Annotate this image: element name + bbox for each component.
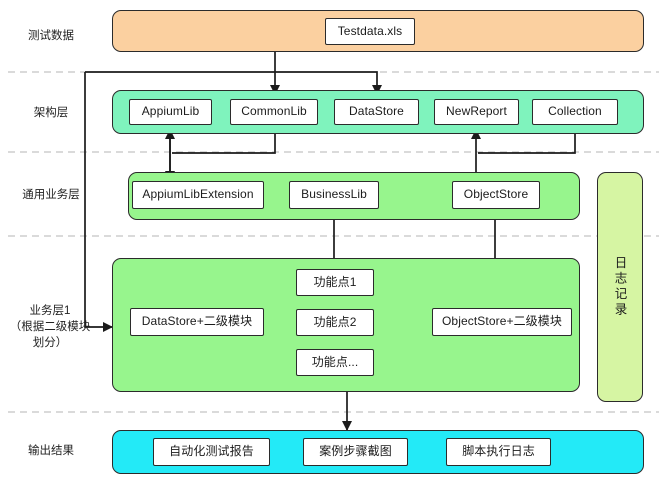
node-feature-point-more[interactable]: 功能点... [296,349,374,376]
node-objectstore-plus-submodule[interactable]: ObjectStore+二级模块 [432,308,572,336]
node-script-execution-log[interactable]: 脚本执行日志 [446,438,551,466]
node-collection[interactable]: Collection [532,99,618,125]
connectors-layer [8,52,659,432]
row-label-output: 输出结果 [28,445,74,457]
row-label-arch-layer: 架构层 [33,107,69,119]
node-feature-point-2[interactable]: 功能点2 [296,309,374,336]
architecture-diagram: 测试数据 架构层 通用业务层 业务层1 （根据二级模块 划分） 输出结果 日志记… [0,0,667,500]
node-automation-test-report[interactable]: 自动化测试报告 [153,438,270,466]
node-datastore[interactable]: DataStore [334,99,419,125]
log-band-label: 日志记录 [612,256,627,318]
row-label-common-biz: 通用业务层 [22,189,80,201]
node-appiumlibextension[interactable]: AppiumLibExtension [132,181,264,209]
node-businesslib[interactable]: BusinessLib [289,181,379,209]
node-case-step-screenshot[interactable]: 案例步骤截图 [303,438,408,466]
node-newreport[interactable]: NewReport [434,99,519,125]
row-label-test-data: 测试数据 [28,30,74,42]
node-commonlib[interactable]: CommonLib [230,99,318,125]
node-appiumlib[interactable]: AppiumLib [129,99,212,125]
node-testdata-xls[interactable]: Testdata.xls [325,18,415,45]
row-label-biz-layer-1: 业务层1 （根据二级模块 划分） [9,305,91,349]
node-datastore-plus-submodule[interactable]: DataStore+二级模块 [130,308,264,336]
node-objectstore[interactable]: ObjectStore [452,181,540,209]
node-feature-point-1[interactable]: 功能点1 [296,269,374,296]
